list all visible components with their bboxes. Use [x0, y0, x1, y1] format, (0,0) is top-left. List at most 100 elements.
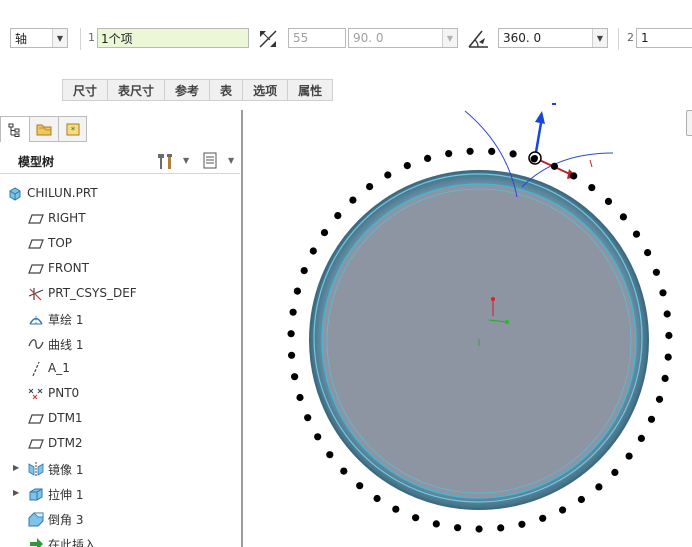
pattern-point[interactable]: [300, 267, 308, 275]
pattern-point[interactable]: [518, 520, 526, 528]
pattern-point[interactable]: [349, 196, 357, 204]
pattern-point[interactable]: [539, 514, 547, 522]
angle-extent-select[interactable]: 360. 0 ▼: [498, 28, 608, 48]
tree-item-mirror[interactable]: ▶ 镜像 1: [0, 457, 240, 481]
pattern-point[interactable]: [432, 520, 440, 528]
graphics-window[interactable]: [245, 101, 692, 547]
pattern-point[interactable]: [289, 308, 297, 316]
pattern-point[interactable]: [604, 197, 613, 205]
collector2-number: 2: [627, 31, 634, 44]
pattern-point[interactable]: [334, 212, 342, 220]
pattern-point[interactable]: [577, 495, 585, 504]
pattern-point[interactable]: [644, 249, 652, 257]
increment-select[interactable]: 90. 0 ▼: [348, 28, 458, 48]
tab-favorites[interactable]: *: [58, 116, 87, 142]
tree-item-front[interactable]: FRONT: [0, 257, 240, 281]
pattern-point[interactable]: [445, 150, 453, 158]
pattern-point[interactable]: [373, 494, 381, 503]
pattern-point[interactable]: [655, 395, 664, 403]
pattern-point[interactable]: [296, 393, 304, 402]
tree-item-insert-here[interactable]: 在此插入: [0, 532, 240, 547]
pattern-point[interactable]: [497, 524, 505, 532]
tree-item-top[interactable]: TOP: [0, 232, 240, 256]
pattern-point[interactable]: [291, 373, 299, 381]
pattern-point[interactable]: [509, 150, 517, 158]
angle-extent-icon[interactable]: [466, 27, 492, 51]
member-count-icon[interactable]: [256, 27, 282, 51]
pattern-point[interactable]: [625, 452, 633, 460]
pattern-point[interactable]: [652, 268, 660, 276]
pattern-point[interactable]: [559, 506, 567, 514]
pattern-point[interactable]: [530, 155, 538, 163]
pattern-point[interactable]: [288, 351, 296, 359]
pattern-point[interactable]: [595, 483, 603, 491]
pattern-point[interactable]: [637, 434, 645, 442]
pattern-point[interactable]: [550, 162, 558, 170]
tab-options[interactable]: 选项: [242, 79, 288, 101]
pattern-point[interactable]: [619, 213, 627, 221]
pattern-point[interactable]: [454, 524, 462, 532]
pattern-point[interactable]: [403, 162, 411, 170]
pattern-point[interactable]: [309, 247, 317, 255]
pattern-point[interactable]: [304, 414, 312, 422]
reference-type-select[interactable]: 轴 ▼: [10, 28, 68, 48]
coordinate-system-icon: [28, 288, 44, 301]
drag-handle[interactable]: [528, 111, 593, 179]
tree-item-dtm2[interactable]: DTM2: [0, 432, 240, 456]
pattern-point[interactable]: [632, 230, 641, 238]
show-list-icon[interactable]: [202, 152, 218, 170]
tab-table-dimensions[interactable]: 表尺寸: [107, 79, 165, 101]
expand-arrow-icon[interactable]: ▶: [13, 463, 19, 472]
tree-item-point[interactable]: PNT0: [0, 382, 240, 406]
pattern-point[interactable]: [424, 154, 432, 162]
pattern-point[interactable]: [570, 172, 578, 180]
chevron-down-icon[interactable]: ▼: [228, 156, 234, 165]
pattern-point[interactable]: [320, 229, 329, 237]
chevron-down-icon: ▼: [592, 29, 607, 47]
tree-item-sketch[interactable]: 草绘 1: [0, 307, 240, 331]
tree-item-csys[interactable]: PRT_CSYS_DEF: [0, 282, 240, 306]
tab-properties[interactable]: 属性: [287, 79, 334, 101]
settings-tools-icon[interactable]: [156, 152, 178, 170]
expand-arrow-icon[interactable]: ▶: [13, 488, 19, 497]
pattern-point[interactable]: [392, 505, 400, 513]
pattern-point[interactable]: [488, 147, 496, 155]
member-count-input[interactable]: 55: [288, 28, 346, 48]
pattern-point[interactable]: [326, 451, 334, 459]
pattern-dashboard: 轴 ▼ 1 1个项 55 90. 0 ▼ 360. 0 ▼ 2 1 尺寸 表尺寸…: [0, 0, 692, 101]
pattern-point[interactable]: [665, 331, 673, 340]
pattern-point[interactable]: [412, 514, 420, 522]
pattern-point[interactable]: [340, 467, 348, 475]
pattern-point[interactable]: [366, 183, 374, 191]
datum-plane-icon: [28, 239, 44, 249]
direction2-input[interactable]: 1: [636, 28, 692, 48]
tree-item-curve[interactable]: 曲线 1: [0, 332, 240, 356]
tree-item-dtm1[interactable]: DTM1: [0, 407, 240, 431]
tree-item-right[interactable]: RIGHT: [0, 207, 240, 231]
tree-item-part[interactable]: CHILUN.PRT: [0, 182, 240, 206]
chevron-down-icon[interactable]: ▼: [183, 156, 189, 165]
direction1-collector[interactable]: 1个项: [97, 28, 249, 48]
pattern-point[interactable]: [293, 287, 301, 295]
tree-item-chamfer[interactable]: 倒角 3: [0, 507, 240, 531]
pattern-point[interactable]: [647, 415, 656, 423]
pattern-point[interactable]: [475, 525, 483, 533]
pattern-point[interactable]: [384, 171, 392, 179]
tree-item-extrude[interactable]: ▶ 拉伸 1: [0, 482, 240, 506]
tab-references[interactable]: 参考: [164, 79, 210, 101]
pattern-point[interactable]: [659, 289, 667, 297]
tab-dimensions[interactable]: 尺寸: [62, 79, 108, 101]
tab-model-tree[interactable]: [0, 116, 29, 142]
pattern-point[interactable]: [314, 433, 322, 441]
pattern-point[interactable]: [611, 468, 619, 476]
tree-item-axis[interactable]: A_1: [0, 357, 240, 381]
pattern-point[interactable]: [466, 147, 474, 155]
pattern-point[interactable]: [287, 330, 295, 338]
tab-folder-browser[interactable]: [29, 116, 58, 142]
pattern-point[interactable]: [663, 310, 671, 318]
pattern-point[interactable]: [588, 184, 596, 192]
pattern-point[interactable]: [664, 353, 672, 361]
tab-tables[interactable]: 表: [209, 79, 243, 101]
pattern-point[interactable]: [356, 482, 364, 490]
pattern-point[interactable]: [661, 374, 669, 382]
